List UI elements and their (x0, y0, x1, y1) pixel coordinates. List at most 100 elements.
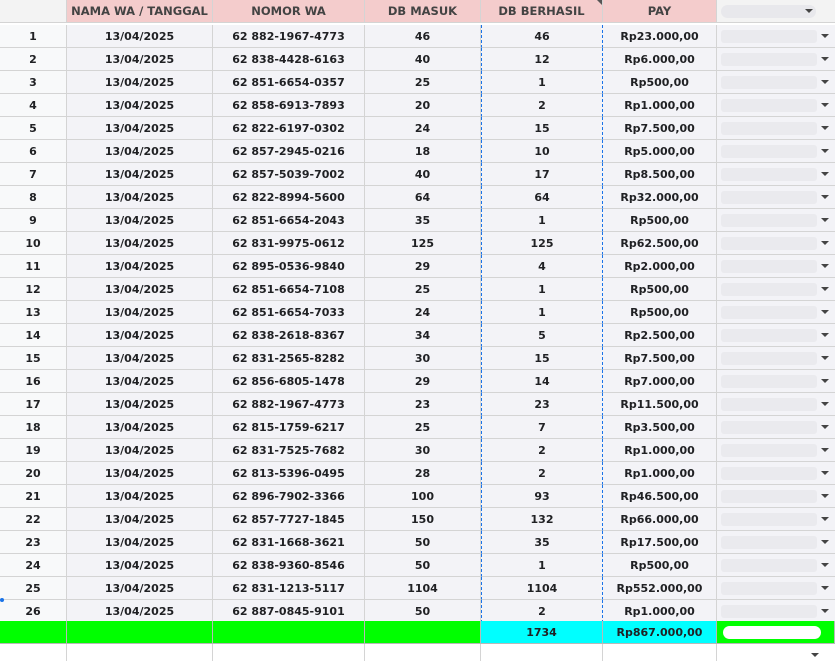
row-number[interactable]: 14 (0, 324, 67, 347)
date-cell[interactable]: 13/04/2025 (67, 255, 213, 278)
dropdown-cell[interactable] (717, 163, 835, 186)
date-cell[interactable]: 13/04/2025 (67, 577, 213, 600)
dropdown-chip[interactable] (721, 420, 817, 434)
db-berhasil-cell[interactable]: 15 (481, 117, 603, 140)
phone-cell[interactable]: 62 815-1759-6217 (213, 416, 365, 439)
dropdown-chip[interactable] (721, 75, 817, 89)
dropdown-chip[interactable] (721, 29, 817, 43)
phone-cell[interactable]: 62 838-4428-6163 (213, 48, 365, 71)
corner-cell[interactable] (0, 0, 67, 23)
total-chip[interactable] (723, 625, 821, 639)
phone-cell[interactable]: 62 851-6654-7108 (213, 278, 365, 301)
dropdown-cell[interactable] (717, 508, 835, 531)
phone-cell[interactable]: 62 858-6913-7893 (213, 94, 365, 117)
pay-cell[interactable]: Rp23.000,00 (603, 25, 717, 48)
row-number[interactable]: 23 (0, 531, 67, 554)
date-cell[interactable]: 13/04/2025 (67, 117, 213, 140)
dropdown-cell[interactable] (717, 462, 835, 485)
total-cell-date[interactable] (67, 621, 213, 644)
dropdown-cell[interactable] (717, 531, 835, 554)
db-berhasil-cell[interactable]: 17 (481, 163, 603, 186)
db-berhasil-cell[interactable]: 125 (481, 232, 603, 255)
dropdown-cell[interactable] (717, 94, 835, 117)
dropdown-chip[interactable] (721, 466, 817, 480)
dropdown-cell[interactable] (717, 370, 835, 393)
date-cell[interactable]: 13/04/2025 (67, 600, 213, 623)
row-number[interactable]: 22 (0, 508, 67, 531)
phone-cell[interactable]: 62 851-6654-0357 (213, 71, 365, 94)
total-dropdown-cell[interactable] (717, 621, 835, 644)
empty-cell[interactable] (213, 644, 365, 661)
pay-cell[interactable]: Rp2.000,00 (603, 255, 717, 278)
db-berhasil-cell[interactable]: 7 (481, 416, 603, 439)
db-berhasil-cell[interactable]: 2 (481, 439, 603, 462)
pay-cell[interactable]: Rp7.500,00 (603, 347, 717, 370)
pay-cell[interactable]: Rp7.000,00 (603, 370, 717, 393)
row-number[interactable]: 13 (0, 301, 67, 324)
header-db-berhasil[interactable]: DB BERHASIL (481, 0, 603, 23)
pay-cell[interactable]: Rp552.000,00 (603, 577, 717, 600)
dropdown-cell[interactable] (717, 393, 835, 416)
row-number[interactable]: 4 (0, 94, 67, 117)
dropdown-cell[interactable] (717, 439, 835, 462)
db-berhasil-cell[interactable]: 2 (481, 462, 603, 485)
empty-cell[interactable] (67, 644, 213, 661)
pay-cell[interactable]: Rp5.000,00 (603, 140, 717, 163)
date-cell[interactable]: 13/04/2025 (67, 163, 213, 186)
empty-dropdown-cell[interactable] (717, 644, 835, 661)
row-number[interactable]: 1 (0, 25, 67, 48)
db-berhasil-cell[interactable]: 132 (481, 508, 603, 531)
date-cell[interactable]: 13/04/2025 (67, 48, 213, 71)
row-number[interactable]: 6 (0, 140, 67, 163)
row-number[interactable]: 25 (0, 577, 67, 600)
dropdown-cell[interactable] (717, 416, 835, 439)
row-number[interactable]: 15 (0, 347, 67, 370)
db-masuk-cell[interactable]: 50 (365, 554, 481, 577)
pay-cell[interactable]: Rp500,00 (603, 301, 717, 324)
dropdown-cell[interactable] (717, 140, 835, 163)
pay-cell[interactable]: Rp1.000,00 (603, 439, 717, 462)
header-pay[interactable]: PAY (603, 0, 717, 23)
db-masuk-cell[interactable]: 23 (365, 393, 481, 416)
date-cell[interactable]: 13/04/2025 (67, 485, 213, 508)
dropdown-chip[interactable] (721, 190, 817, 204)
phone-cell[interactable]: 62 896-7902-3366 (213, 485, 365, 508)
selection-handle[interactable] (0, 598, 4, 602)
dropdown-cell[interactable] (717, 209, 835, 232)
dropdown-chip[interactable] (721, 213, 817, 227)
row-number[interactable]: 17 (0, 393, 67, 416)
date-cell[interactable]: 13/04/2025 (67, 140, 213, 163)
dropdown-chip[interactable] (721, 236, 817, 250)
phone-cell[interactable]: 62 822-8994-5600 (213, 186, 365, 209)
db-masuk-cell[interactable]: 20 (365, 94, 481, 117)
row-number[interactable]: 2 (0, 48, 67, 71)
db-masuk-cell[interactable]: 30 (365, 439, 481, 462)
dropdown-chip[interactable] (721, 581, 817, 595)
db-masuk-cell[interactable]: 46 (365, 25, 481, 48)
db-masuk-cell[interactable]: 24 (365, 301, 481, 324)
db-masuk-cell[interactable]: 1104 (365, 577, 481, 600)
db-masuk-cell[interactable]: 30 (365, 347, 481, 370)
dropdown-cell[interactable] (717, 324, 835, 347)
total-pay[interactable]: Rp867.000,00 (603, 621, 717, 644)
db-masuk-cell[interactable]: 24 (365, 117, 481, 140)
total-cell-phone[interactable] (213, 621, 365, 644)
row-number[interactable]: 26 (0, 600, 67, 623)
pay-cell[interactable]: Rp62.500,00 (603, 232, 717, 255)
db-masuk-cell[interactable]: 64 (365, 186, 481, 209)
header-db-masuk[interactable]: DB MASUK (365, 0, 481, 23)
row-number[interactable]: 16 (0, 370, 67, 393)
db-masuk-cell[interactable]: 40 (365, 48, 481, 71)
date-cell[interactable]: 13/04/2025 (67, 324, 213, 347)
empty-cell[interactable] (603, 644, 717, 661)
dropdown-chip[interactable] (721, 167, 817, 181)
date-cell[interactable]: 13/04/2025 (67, 278, 213, 301)
db-berhasil-cell[interactable]: 1 (481, 554, 603, 577)
dropdown-cell[interactable] (717, 485, 835, 508)
db-berhasil-cell[interactable]: 2 (481, 94, 603, 117)
pay-cell[interactable]: Rp1.000,00 (603, 462, 717, 485)
dropdown-cell[interactable] (717, 278, 835, 301)
phone-cell[interactable]: 62 822-6197-0302 (213, 117, 365, 140)
header-nomor-wa[interactable]: NOMOR WA (213, 0, 365, 23)
pay-cell[interactable]: Rp32.000,00 (603, 186, 717, 209)
